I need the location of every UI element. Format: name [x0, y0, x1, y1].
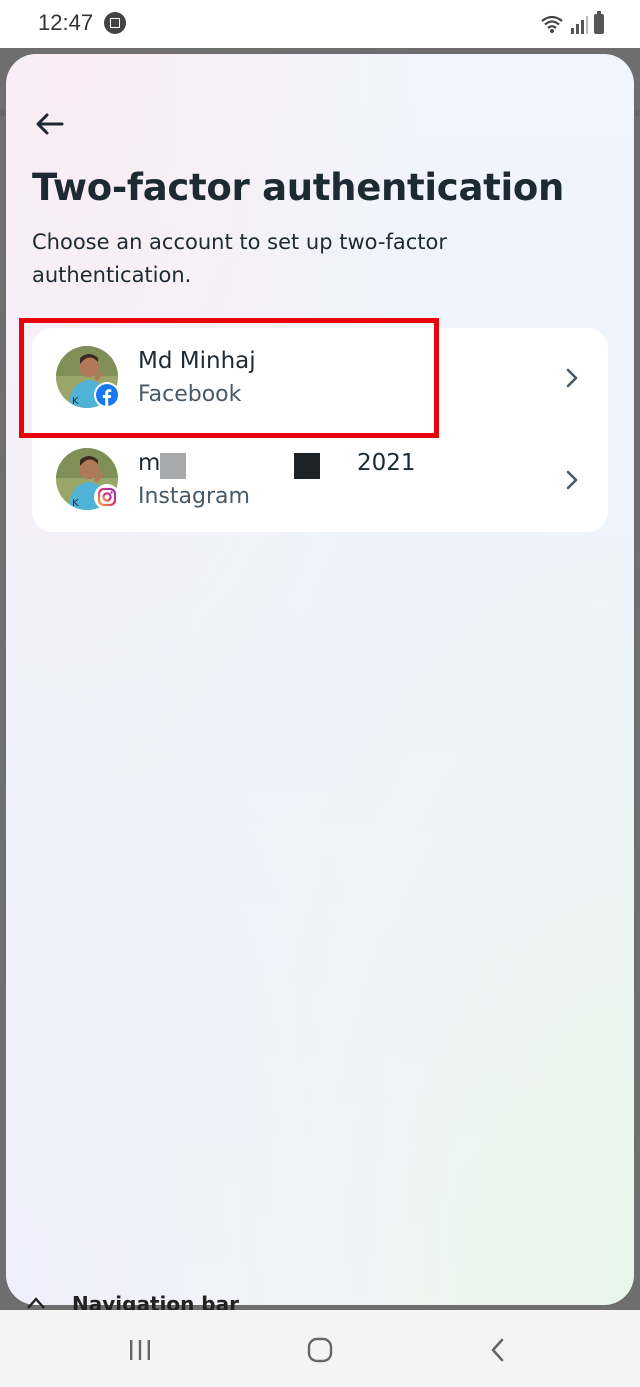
status-time: 12:47: [38, 10, 94, 35]
svg-text:K: K: [72, 396, 79, 407]
home-icon: [307, 1337, 333, 1363]
navigation-bar: [0, 1310, 640, 1387]
status-icons: [540, 11, 604, 34]
account-row-instagram[interactable]: K m 2021 Instagram: [32, 430, 608, 532]
account-list: K Md Minhaj Facebook K m 2021 Instagram: [32, 328, 608, 532]
two-factor-sheet: Two-factor authentication Choose an acco…: [6, 54, 634, 1305]
back-icon: [491, 1338, 504, 1362]
account-platform: Instagram: [138, 484, 250, 509]
account-platform: Facebook: [138, 382, 242, 407]
wifi-icon: [541, 15, 563, 33]
facebook-badge: [94, 382, 120, 408]
redaction-block: [160, 453, 186, 479]
back-nav-button[interactable]: [476, 1328, 520, 1372]
page-subtitle: Choose an account to set up two-factor a…: [32, 230, 447, 287]
chevron-right-icon: [566, 470, 578, 490]
svg-text:K: K: [72, 498, 79, 509]
arrow-left-icon: [36, 113, 64, 135]
chevron-right-icon: [566, 368, 578, 388]
notification-icon: [104, 12, 126, 34]
account-name-prefix: m: [138, 450, 161, 476]
account-name-suffix: 2021: [357, 450, 416, 476]
navigation-hint-icon: [27, 1297, 45, 1309]
instagram-icon: [97, 487, 117, 507]
instagram-badge: [94, 484, 120, 510]
signal-icon: [571, 16, 588, 34]
account-name: Md Minhaj: [138, 348, 256, 374]
back-button[interactable]: [32, 106, 68, 142]
recents-icon: [130, 1340, 150, 1360]
account-row-facebook[interactable]: K Md Minhaj Facebook: [32, 328, 608, 430]
battery-icon: [594, 11, 604, 34]
recents-button[interactable]: [118, 1328, 162, 1372]
redaction-block: [294, 453, 320, 479]
facebook-icon: [96, 384, 118, 406]
home-button[interactable]: [298, 1328, 342, 1372]
page-title: Two-factor authentication: [32, 166, 565, 209]
status-bar: 12:47: [0, 0, 640, 48]
